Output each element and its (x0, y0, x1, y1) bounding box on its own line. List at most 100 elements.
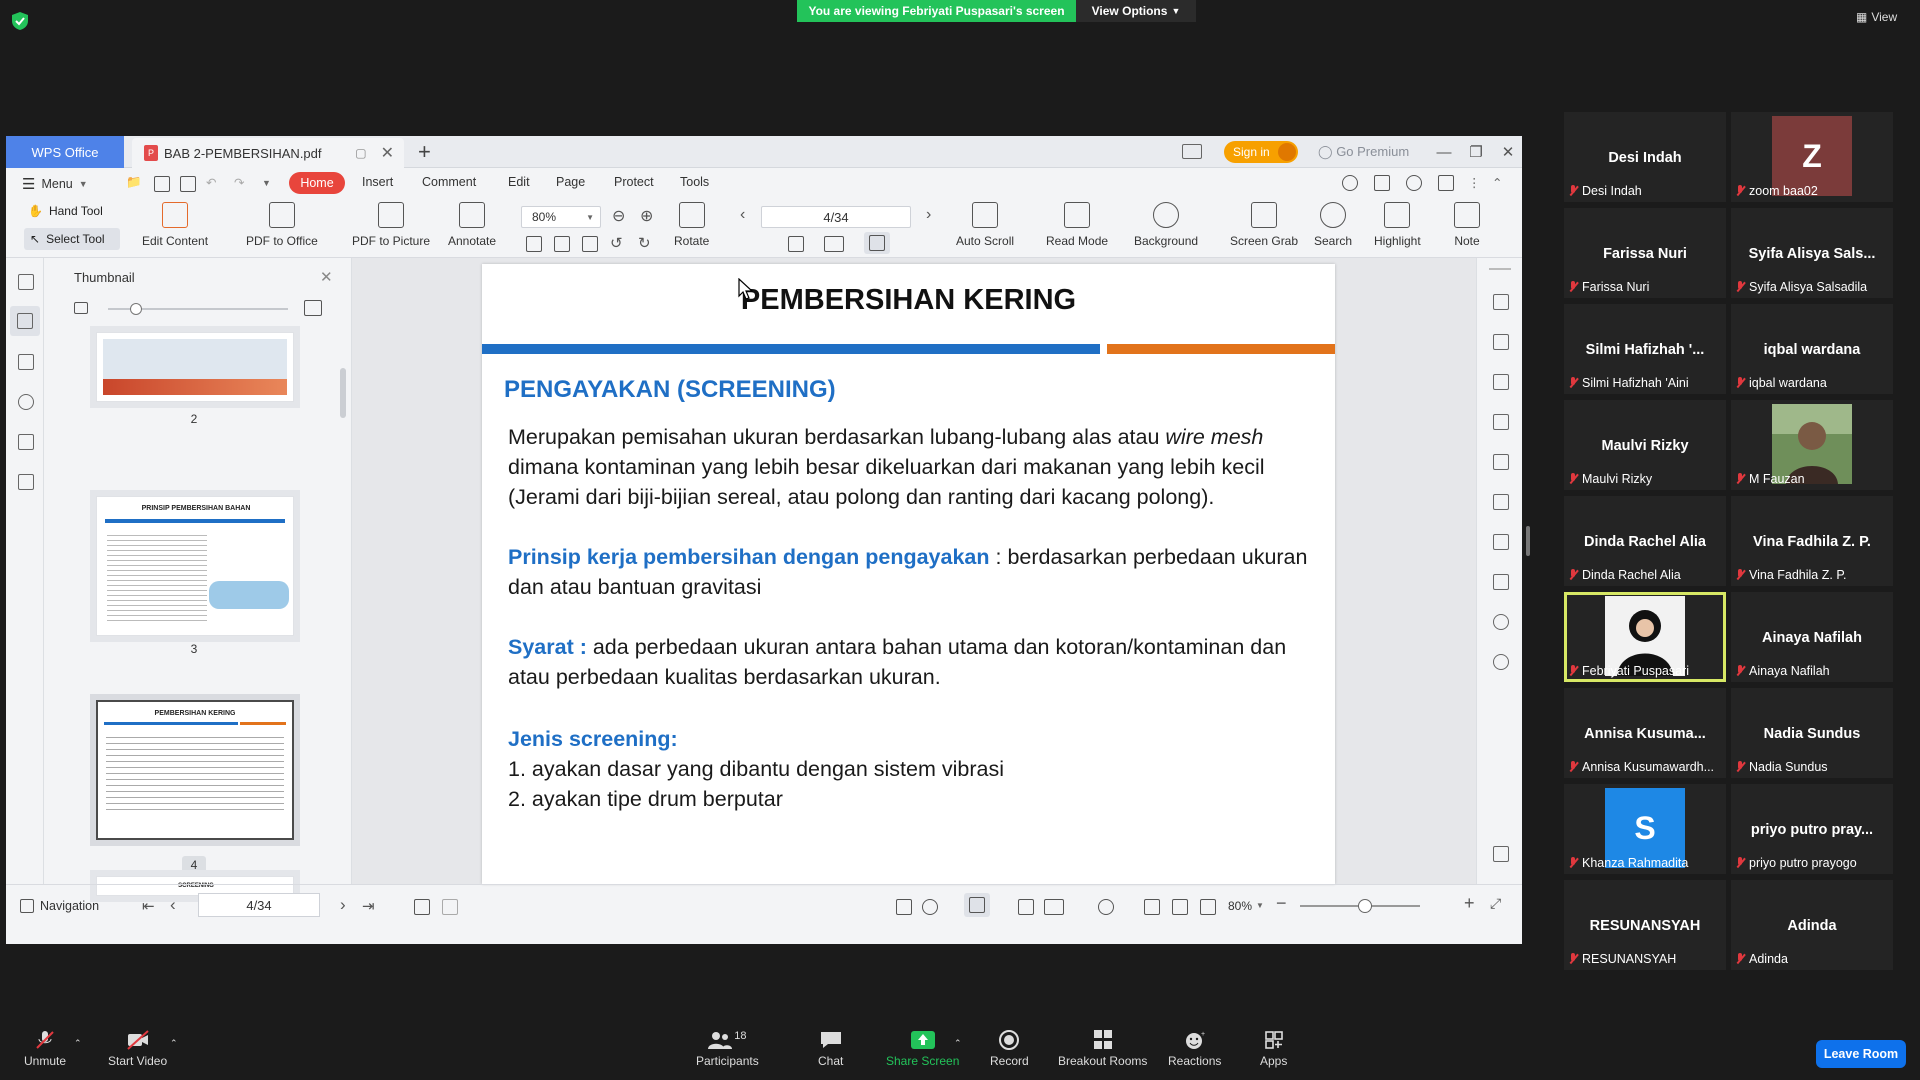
participant-tile[interactable]: Annisa Kusuma... Annisa Kusumawardh... (1564, 688, 1726, 778)
compress-icon[interactable] (1493, 574, 1509, 590)
comments-icon[interactable] (18, 354, 34, 370)
tab-home[interactable]: Home (289, 172, 345, 194)
thumbnail-page-3[interactable]: PRINSIP PEMBERSIHAN BAHAN (96, 496, 294, 636)
wps-office-tab[interactable]: WPS Office (6, 136, 124, 168)
sign-in-button[interactable]: Sign in (1224, 141, 1298, 163)
first-page-icon[interactable]: ⇤ (142, 897, 155, 915)
participant-tile[interactable]: Desi Indah Desi Indah (1564, 112, 1726, 202)
status-page-input[interactable]: 4/34 (198, 893, 320, 917)
comment-bubble-icon[interactable] (1438, 175, 1454, 191)
edit-pdf-icon[interactable] (1493, 334, 1509, 350)
fill-sign-icon[interactable] (1493, 414, 1509, 430)
outline-icon[interactable] (1493, 494, 1509, 510)
view-button[interactable]: ▦ View (1856, 10, 1897, 24)
gallery-resize-handle[interactable] (1526, 526, 1530, 556)
share-options-icon[interactable]: ⌃ (954, 1038, 962, 1049)
participant-tile[interactable]: Nadia Sundus Nadia Sundus (1731, 688, 1893, 778)
participant-tile[interactable]: S Khanza Rahmadita (1564, 784, 1726, 874)
thumbnail-scrollbar[interactable] (340, 368, 346, 418)
document-tab[interactable]: P BAB 2-PEMBERSIHAN.pdf ▢ ✕ (132, 138, 404, 168)
breakout-rooms-button[interactable]: Breakout Rooms (1058, 1030, 1147, 1068)
participant-tile[interactable]: priyo putro pray... priyo putro prayogo (1731, 784, 1893, 874)
participant-tile[interactable]: Farissa Nuri Farissa Nuri (1564, 208, 1726, 298)
zoom-in-icon[interactable]: ⊕ (640, 206, 653, 226)
actual-size-status-icon[interactable] (1144, 899, 1160, 915)
play-icon[interactable] (1098, 899, 1114, 915)
tab-comment[interactable]: Comment (422, 175, 476, 189)
back-icon[interactable] (414, 899, 430, 915)
tab-tools[interactable]: Tools (680, 175, 709, 189)
go-premium-button[interactable]: ◯ Go Premium (1318, 144, 1409, 160)
last-page-icon[interactable]: ⇥ (362, 897, 375, 915)
continuous-status-button[interactable] (964, 893, 990, 917)
rotate-button[interactable]: Rotate (674, 202, 709, 248)
edit-content-button[interactable]: Edit Content (142, 202, 208, 248)
chat-button[interactable]: Chat (818, 1030, 843, 1068)
single-page-status-icon[interactable] (1018, 899, 1034, 915)
thumbnail-size-slider[interactable] (108, 303, 288, 315)
reactions-button[interactable]: + Reactions (1168, 1030, 1221, 1068)
participant-tile[interactable]: M Fauzan (1731, 400, 1893, 490)
zoom-out-icon[interactable]: ⊖ (612, 206, 625, 226)
record-button[interactable]: Record (990, 1030, 1029, 1068)
participant-tile[interactable]: RESUNANSYAH RESUNANSYAH (1564, 880, 1726, 970)
fit-page-icon[interactable] (554, 236, 570, 252)
signature-icon[interactable] (18, 434, 34, 450)
rotate-right-icon[interactable]: ↻ (638, 234, 651, 252)
participant-tile[interactable]: iqbal wardana iqbal wardana (1731, 304, 1893, 394)
view-options-button[interactable]: View Options ▼ (1076, 0, 1196, 22)
read-mode-button[interactable]: Read Mode (1046, 202, 1108, 248)
fit-page-status-icon[interactable] (1172, 899, 1188, 915)
encryption-shield-icon[interactable] (12, 12, 28, 30)
large-thumb-icon[interactable] (304, 300, 322, 316)
participants-button[interactable]: 18 Participants (696, 1030, 759, 1068)
minimize-icon[interactable]: — (1434, 142, 1454, 162)
bookmark-icon[interactable] (18, 274, 34, 290)
undo-icon[interactable]: ↶ (206, 175, 216, 190)
hand-tool-button[interactable]: ✋ Hand Tool (28, 204, 103, 218)
audio-options-icon[interactable]: ⌃ (74, 1038, 82, 1049)
thumbnail-page-2[interactable] (96, 332, 294, 402)
redo-icon[interactable]: ↷ (234, 175, 244, 190)
export-status-icon[interactable] (896, 899, 912, 915)
tab-edit[interactable]: Edit (508, 175, 530, 189)
export-icon[interactable] (1493, 374, 1509, 390)
quick-access-dropdown-icon[interactable]: ▼ (262, 178, 271, 188)
page-number-input[interactable]: 4/34 (761, 206, 911, 228)
new-tab-icon[interactable]: + (418, 139, 431, 165)
collapse-ribbon-icon[interactable]: ⌃ (1492, 175, 1502, 190)
close-tab-icon[interactable]: ✕ (381, 143, 394, 163)
tab-page[interactable]: Page (556, 175, 585, 189)
participant-tile[interactable]: Adinda Adinda (1731, 880, 1893, 970)
tab-insert[interactable]: Insert (362, 175, 393, 189)
two-page-status-icon[interactable] (1044, 899, 1064, 915)
forward-icon[interactable] (442, 899, 458, 915)
restore-icon[interactable]: ❐ (1466, 142, 1486, 162)
print-icon[interactable] (180, 176, 196, 192)
close-panel-icon[interactable]: ✕ (320, 268, 333, 286)
pdf-convert-icon[interactable] (1493, 294, 1509, 310)
form-icon[interactable] (18, 474, 34, 490)
screen-grab-button[interactable]: Screen Grab (1230, 202, 1298, 248)
prev-page-icon[interactable]: ‹ (170, 895, 176, 915)
zoom-slider[interactable] (1300, 899, 1420, 913)
select-tool-button[interactable]: ↖ Select Tool (24, 228, 120, 250)
participant-tile[interactable]: Silmi Hafizhah '... Silmi Hafizhah 'Aini (1564, 304, 1726, 394)
participant-tile[interactable]: Ainaya Nafilah Ainaya Nafilah (1731, 592, 1893, 682)
help-icon[interactable] (1493, 654, 1509, 670)
start-video-button[interactable]: Start Video (108, 1030, 167, 1068)
share-icon[interactable] (1374, 175, 1390, 191)
share-screen-button[interactable]: Share Screen (886, 1030, 959, 1068)
account-icon[interactable] (1342, 175, 1358, 191)
small-thumb-icon[interactable] (74, 302, 88, 314)
tab-protect[interactable]: Protect (614, 175, 654, 189)
fit-width-status-icon[interactable] (1200, 899, 1216, 915)
leave-room-button[interactable]: Leave Room (1816, 1040, 1906, 1068)
fit-width-icon[interactable] (582, 236, 598, 252)
apps-grid-icon[interactable] (1493, 846, 1509, 862)
fullscreen-icon[interactable]: ⤢ (1490, 895, 1501, 912)
next-page-icon[interactable]: › (926, 206, 931, 224)
close-window-icon[interactable]: ✕ (1498, 142, 1518, 162)
tab-monitor-icon[interactable]: ▢ (355, 146, 366, 160)
open-folder-icon[interactable]: 📁 (126, 175, 142, 190)
